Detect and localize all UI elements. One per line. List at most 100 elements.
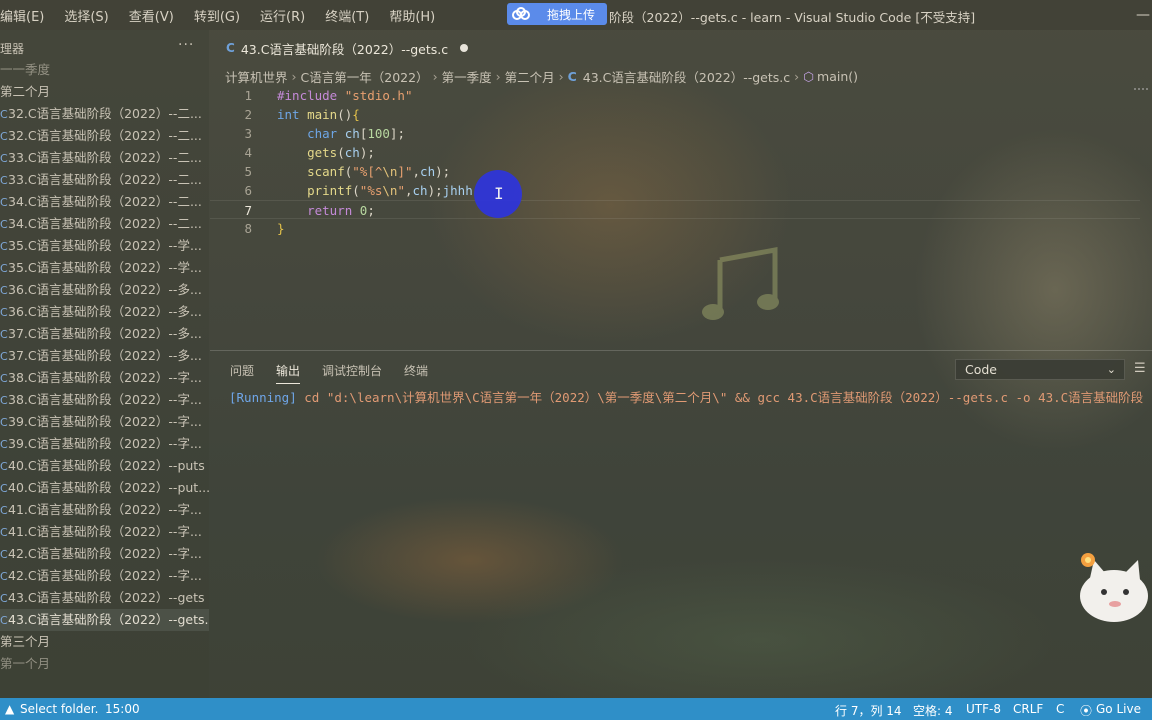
code-token: ch — [344, 145, 360, 160]
tree-file[interactable]: C33.C语言基础阶段（2022）--二... — [0, 147, 209, 169]
tab-output[interactable]: 输出 — [276, 362, 301, 384]
minimize-icon[interactable]: — — [1136, 7, 1150, 23]
tree-file[interactable]: C36.C语言基础阶段（2022）--多... — [0, 301, 209, 323]
tree-item-label: 43.C语言基础阶段（2022）--gets.c — [8, 612, 209, 627]
breadcrumb-symbol[interactable]: main() — [817, 69, 858, 84]
output-channel-select[interactable]: Code ⌄ — [955, 359, 1125, 380]
breadcrumb-item[interactable]: C语言第一年（2022） — [301, 67, 429, 86]
c-file-icon: C — [0, 196, 8, 209]
code-line[interactable]: 2 int main(){ — [210, 105, 1140, 124]
tree-file[interactable]: C38.C语言基础阶段（2022）--字... — [0, 367, 209, 389]
code-token: "%s — [359, 183, 383, 198]
code-line[interactable]: 8} — [210, 219, 1140, 238]
tree-folder[interactable]: 一一季度 — [0, 59, 209, 81]
tree-folder[interactable]: 第二个月 — [0, 81, 209, 103]
chevron-right-icon: › — [291, 68, 297, 84]
warning-triangle-icon: ▲ — [5, 702, 15, 716]
tree-file[interactable]: C43.C语言基础阶段（2022）--gets — [0, 587, 209, 609]
c-file-icon: C — [0, 262, 8, 275]
c-file-icon: C — [0, 174, 8, 187]
tree-file[interactable]: C35.C语言基础阶段（2022）--学... — [0, 257, 209, 279]
more-actions-icon[interactable]: ··· — [178, 37, 194, 53]
c-file-icon: C — [0, 570, 8, 583]
tree-item-label: 37.C语言基础阶段（2022）--多... — [8, 326, 202, 341]
code-line[interactable]: 6 printf("%s\n",ch);jhhh — [210, 181, 1140, 200]
status-select-folder[interactable]: Select folder. — [20, 702, 98, 716]
tree-file[interactable]: C36.C语言基础阶段（2022）--多... — [0, 279, 209, 301]
tree-file[interactable]: C35.C语言基础阶段（2022）--学... — [0, 235, 209, 257]
code-token: ( — [337, 145, 345, 160]
code-line[interactable]: 4 gets(ch); — [210, 143, 1140, 162]
menu-run[interactable]: 运行(R) — [250, 6, 315, 25]
tree-file[interactable]: C40.C语言基础阶段（2022）--puts — [0, 455, 209, 477]
code-token: #include — [277, 88, 345, 103]
c-file-icon: C — [0, 152, 8, 165]
status-language[interactable]: C — [1056, 702, 1064, 716]
breadcrumb-item[interactable]: 计算机世界 — [225, 67, 288, 86]
status-cursor-position[interactable]: 行 7，列 14 — [835, 702, 902, 719]
menu-selection[interactable]: 选择(S) — [54, 6, 118, 25]
chevron-right-icon: › — [794, 68, 800, 84]
tab-problems[interactable]: 问题 — [230, 362, 254, 384]
line-number: 7 — [244, 203, 252, 218]
code-token: " — [397, 183, 405, 198]
output-channel-value: Code — [965, 362, 998, 377]
tree-file[interactable]: C32.C语言基础阶段（2022）--二... — [0, 103, 209, 125]
explorer-title: 理器 — [0, 42, 25, 56]
line-number: 1 — [244, 88, 252, 103]
tree-item-label: 第二个月 — [0, 84, 51, 99]
status-indentation[interactable]: 空格: 4 — [913, 702, 953, 719]
menu-view[interactable]: 查看(V) — [119, 6, 184, 25]
c-file-icon: C — [0, 592, 8, 605]
breadcrumb-item[interactable]: 第一季度 — [442, 67, 492, 86]
tab-terminal[interactable]: 终端 — [404, 362, 428, 384]
tree-folder[interactable]: 第三个月 — [0, 631, 209, 653]
chevron-right-icon: › — [432, 68, 438, 84]
tree-file[interactable]: C39.C语言基础阶段（2022）--字... — [0, 411, 209, 433]
tree-file[interactable]: C43.C语言基础阶段（2022）--gets.c — [0, 609, 209, 631]
tree-file[interactable]: C33.C语言基础阶段（2022）--二... — [0, 169, 209, 191]
tab-gets-c[interactable]: C 43.C语言基础阶段（2022）--gets.c — [210, 34, 474, 62]
menu-help[interactable]: 帮助(H) — [379, 6, 445, 25]
drag-upload-button[interactable]: 拖拽上传 — [507, 3, 607, 25]
code-line[interactable]: 3 char ch[100]; — [210, 124, 1140, 143]
code-line[interactable]: 1 #include "stdio.h" — [210, 86, 1140, 105]
tree-file[interactable]: C34.C语言基础阶段（2022）--二... — [0, 191, 209, 213]
status-encoding[interactable]: UTF-8 — [966, 702, 1001, 716]
menu-terminal[interactable]: 终端(T) — [315, 6, 379, 25]
line-number: 2 — [244, 107, 252, 122]
status-eol[interactable]: CRLF — [1013, 702, 1043, 716]
tree-item-label: 42.C语言基础阶段（2022）--字... — [8, 546, 202, 561]
tree-file[interactable]: C34.C语言基础阶段（2022）--二... — [0, 213, 209, 235]
status-go-live[interactable]: Go Live — [1096, 702, 1141, 716]
tree-item-label: 34.C语言基础阶段（2022）--二... — [8, 194, 202, 209]
code-line[interactable]: 7 return 0; — [210, 200, 1140, 219]
code-editor[interactable]: 1 #include "stdio.h" 2 int main(){3 char ch… — [210, 86, 1140, 350]
tree-file[interactable]: C38.C语言基础阶段（2022）--字... — [0, 389, 209, 411]
menu-goto[interactable]: 转到(G) — [184, 6, 250, 25]
tree-file[interactable]: C42.C语言基础阶段（2022）--字... — [0, 565, 209, 587]
tree-file[interactable]: C32.C语言基础阶段（2022）--二... — [0, 125, 209, 147]
minimap[interactable] — [1134, 88, 1148, 100]
tree-file[interactable]: C41.C语言基础阶段（2022）--字... — [0, 521, 209, 543]
tree-item-label: 36.C语言基础阶段（2022）--多... — [8, 282, 202, 297]
tree-item-label: 33.C语言基础阶段（2022）--二... — [8, 172, 202, 187]
tree-file[interactable]: C37.C语言基础阶段（2022）--多... — [0, 323, 209, 345]
c-file-icon: C — [0, 614, 8, 627]
tab-debug-console[interactable]: 调试控制台 — [322, 362, 382, 384]
list-filter-icon[interactable]: ☰ — [1134, 361, 1146, 376]
breadcrumb-item[interactable]: 第二个月 — [505, 67, 555, 86]
upload-button-label: 拖拽上传 — [546, 7, 595, 22]
tree-file[interactable]: C39.C语言基础阶段（2022）--字... — [0, 433, 209, 455]
unsaved-dot-icon[interactable] — [460, 44, 469, 52]
code-line[interactable]: 5 scanf("%[^\n]",ch); — [210, 162, 1140, 181]
tree-folder[interactable]: 第一个月 — [0, 653, 209, 675]
tree-file[interactable]: C37.C语言基础阶段（2022）--多... — [0, 345, 209, 367]
menu-edit[interactable]: 编辑(E) — [0, 6, 54, 25]
tree-file[interactable]: C41.C语言基础阶段（2022）--字... — [0, 499, 209, 521]
breadcrumb-file[interactable]: 43.C语言基础阶段（2022）--gets.c — [583, 67, 790, 86]
c-file-icon: C — [226, 41, 235, 55]
tree-file[interactable]: C42.C语言基础阶段（2022）--字... — [0, 543, 209, 565]
tree-file[interactable]: C40.C语言基础阶段（2022）--put... — [0, 477, 209, 499]
